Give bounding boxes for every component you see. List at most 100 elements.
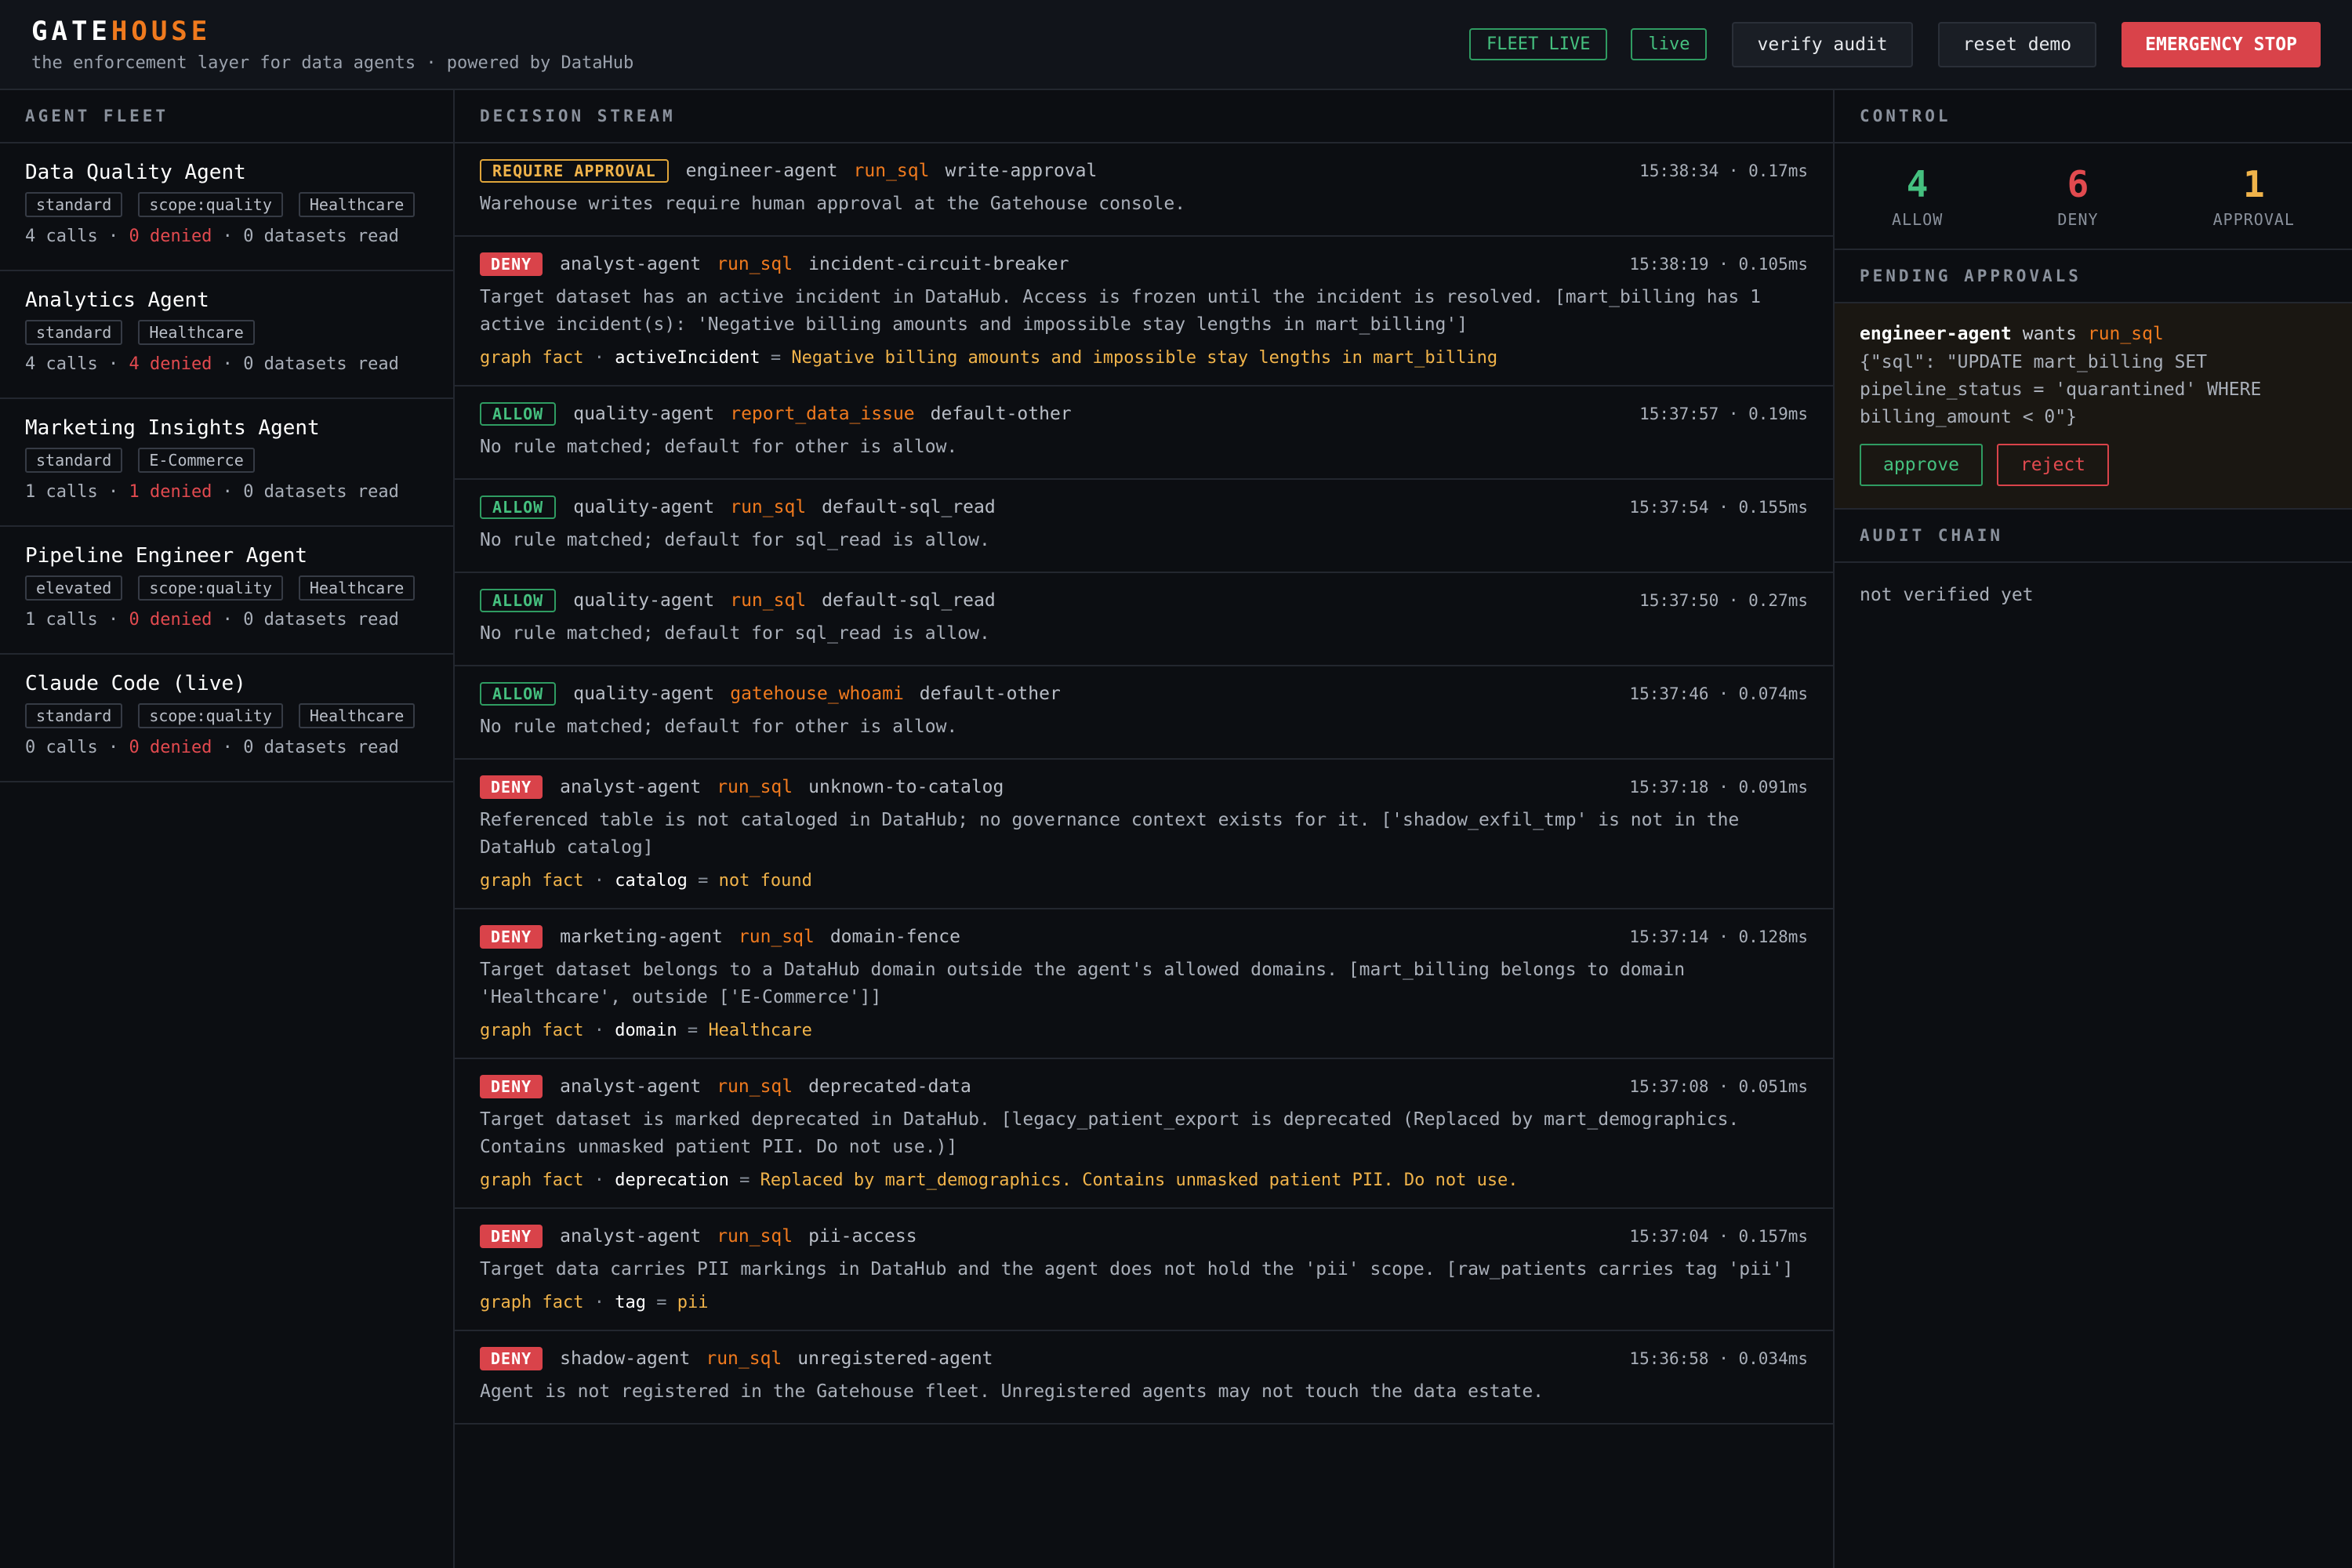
event-header: DENY marketing-agent run_sql domain-fenc… bbox=[480, 925, 1808, 949]
agent-denied: 0 denied bbox=[129, 227, 212, 246]
decision-badge: DENY bbox=[480, 1225, 543, 1248]
agent-calls: 1 calls bbox=[25, 610, 98, 630]
event-rule: default-other bbox=[930, 404, 1072, 424]
event-message: Target dataset is marked deprecated in D… bbox=[480, 1109, 1740, 1157]
brand-name-house: HOUSE bbox=[111, 16, 212, 47]
agent-tags: elevated scope:quality Healthcare bbox=[25, 575, 428, 601]
decision-badge: ALLOW bbox=[480, 495, 557, 519]
reject-button[interactable]: reject bbox=[1996, 444, 2110, 486]
event-rule: write-approval bbox=[945, 161, 1098, 181]
event-rule: pii-access bbox=[808, 1226, 917, 1247]
agent-tags: standard scope:quality Healthcare bbox=[25, 703, 428, 728]
agent-card[interactable]: Marketing Insights Agent standard E-Comm… bbox=[0, 399, 453, 527]
agent-denied: 0 denied bbox=[129, 738, 212, 757]
agent-datasets: 0 datasets read bbox=[243, 354, 399, 374]
agent-card[interactable]: Analytics Agent standard Healthcare 4 ca… bbox=[0, 271, 453, 399]
approve-button[interactable]: approve bbox=[1860, 444, 1983, 486]
event-time: 15:37:08 · 0.051ms bbox=[1629, 1077, 1808, 1096]
emergency-stop-button[interactable]: EMERGENCY STOP bbox=[2122, 21, 2321, 67]
fact-label: graph fact bbox=[480, 1021, 584, 1040]
decision-badge: DENY bbox=[480, 775, 543, 799]
decision-event[interactable]: DENY analyst-agent run_sql pii-access 15… bbox=[455, 1209, 1833, 1331]
audit-chain-title: AUDIT CHAIN bbox=[1835, 510, 2352, 563]
decision-event[interactable]: DENY analyst-agent run_sql incident-circ… bbox=[455, 237, 1833, 387]
event-time: 15:37:18 · 0.091ms bbox=[1629, 778, 1808, 797]
event-time: 15:37:54 · 0.155ms bbox=[1629, 498, 1808, 517]
fact-label: graph fact bbox=[480, 871, 584, 891]
event-agent: quality-agent bbox=[573, 684, 715, 704]
reset-demo-button[interactable]: reset demo bbox=[1937, 21, 2097, 67]
agent-card[interactable]: Claude Code (live) standard scope:qualit… bbox=[0, 655, 453, 782]
event-rule: deprecated-data bbox=[808, 1076, 971, 1097]
event-tool: run_sql bbox=[853, 161, 930, 181]
deny-counter: 6 DENY bbox=[2057, 163, 2098, 229]
decision-event[interactable]: DENY shadow-agent run_sql unregistered-a… bbox=[455, 1331, 1833, 1425]
event-time: 15:37:50 · 0.27ms bbox=[1639, 591, 1808, 610]
live-badge: live bbox=[1631, 28, 1708, 60]
event-message: Agent is not registered in the Gatehouse… bbox=[480, 1381, 1544, 1402]
allow-count: 4 bbox=[1906, 163, 1929, 205]
agent-name: Pipeline Engineer Agent bbox=[25, 544, 308, 568]
agent-datasets: 0 datasets read bbox=[243, 610, 399, 630]
decision-stream-title: DECISION STREAM bbox=[455, 90, 1833, 143]
agent-tag: Healthcare bbox=[298, 575, 416, 601]
audit-status: not verified yet bbox=[1860, 585, 2034, 605]
event-agent: analyst-agent bbox=[560, 254, 702, 274]
agent-datasets: 0 datasets read bbox=[243, 738, 399, 757]
event-header: ALLOW quality-agent run_sql default-sql_… bbox=[480, 589, 1808, 612]
event-header: DENY analyst-agent run_sql deprecated-da… bbox=[480, 1075, 1808, 1098]
brand-name-gate: GATE bbox=[31, 16, 111, 47]
fact-value: Replaced by mart_demographics. Contains … bbox=[760, 1171, 1519, 1190]
agent-stats: 4 calls · 4 denied · 0 datasets read bbox=[25, 354, 399, 374]
event-message: Target data carries PII markings in Data… bbox=[480, 1259, 1794, 1279]
allow-counter: 4 ALLOW bbox=[1892, 163, 1943, 229]
agent-tag: scope:quality bbox=[138, 703, 283, 728]
deny-label: DENY bbox=[2057, 210, 2099, 229]
event-rule: unregistered-agent bbox=[797, 1348, 993, 1369]
pending-approvals-title: PENDING APPROVALS bbox=[1835, 250, 2352, 303]
agent-tag: scope:quality bbox=[138, 192, 283, 217]
fact-key: domain bbox=[615, 1021, 677, 1040]
event-time: 15:37:46 · 0.074ms bbox=[1629, 684, 1808, 703]
fact-key: activeIncident bbox=[615, 348, 760, 368]
decision-counts: 4 ALLOW 6 DENY 1 APPROVAL bbox=[1835, 143, 2352, 250]
agent-name: Analytics Agent bbox=[25, 289, 209, 312]
decision-event[interactable]: ALLOW quality-agent run_sql default-sql_… bbox=[455, 573, 1833, 666]
agent-datasets: 0 datasets read bbox=[243, 227, 399, 246]
decision-event[interactable]: ALLOW quality-agent gatehouse_whoami def… bbox=[455, 666, 1833, 760]
fact-key: tag bbox=[615, 1293, 646, 1312]
agent-denied: 0 denied bbox=[129, 610, 212, 630]
fleet-live-badge: FLEET LIVE bbox=[1469, 28, 1608, 60]
approval-label: APPROVAL bbox=[2212, 210, 2295, 229]
agent-calls: 4 calls bbox=[25, 227, 98, 246]
agent-denied: 4 denied bbox=[129, 354, 212, 374]
agent-card[interactable]: Data Quality Agent standard scope:qualit… bbox=[0, 143, 453, 271]
control-title: CONTROL bbox=[1835, 90, 2352, 143]
agent-calls: 1 calls bbox=[25, 482, 98, 502]
agent-datasets: 0 datasets read bbox=[243, 482, 399, 502]
decision-event[interactable]: DENY analyst-agent run_sql deprecated-da… bbox=[455, 1059, 1833, 1209]
decision-event[interactable]: ALLOW quality-agent run_sql default-sql_… bbox=[455, 480, 1833, 573]
decision-badge: ALLOW bbox=[480, 402, 557, 426]
graph-fact: graph fact · activeIncident = Negative b… bbox=[480, 348, 1498, 368]
agent-fleet-title: AGENT FLEET bbox=[0, 90, 453, 143]
event-tool: run_sql bbox=[706, 1348, 782, 1369]
decision-event[interactable]: DENY marketing-agent run_sql domain-fenc… bbox=[455, 909, 1833, 1059]
event-tool: run_sql bbox=[717, 1076, 793, 1097]
decision-event[interactable]: DENY analyst-agent run_sql unknown-to-ca… bbox=[455, 760, 1833, 909]
decision-event[interactable]: ALLOW quality-agent report_data_issue de… bbox=[455, 387, 1833, 480]
event-time: 15:37:57 · 0.19ms bbox=[1639, 405, 1808, 423]
decision-event[interactable]: REQUIRE APPROVAL engineer-agent run_sql … bbox=[455, 143, 1833, 237]
fact-label: graph fact bbox=[480, 1293, 584, 1312]
event-agent: analyst-agent bbox=[560, 777, 702, 797]
event-message: Warehouse writes require human approval … bbox=[480, 194, 1186, 214]
event-agent: quality-agent bbox=[573, 404, 715, 424]
event-agent: shadow-agent bbox=[560, 1348, 691, 1369]
decision-badge: ALLOW bbox=[480, 682, 557, 706]
event-agent: quality-agent bbox=[573, 497, 715, 517]
agent-card[interactable]: Pipeline Engineer Agent elevated scope:q… bbox=[0, 527, 453, 655]
agent-tags: standard scope:quality Healthcare bbox=[25, 192, 428, 217]
brand-subtitle: the enforcement layer for data agents · … bbox=[31, 53, 634, 73]
verify-audit-button[interactable]: verify audit bbox=[1732, 21, 1913, 67]
agent-tags: standard E-Commerce bbox=[25, 448, 428, 473]
